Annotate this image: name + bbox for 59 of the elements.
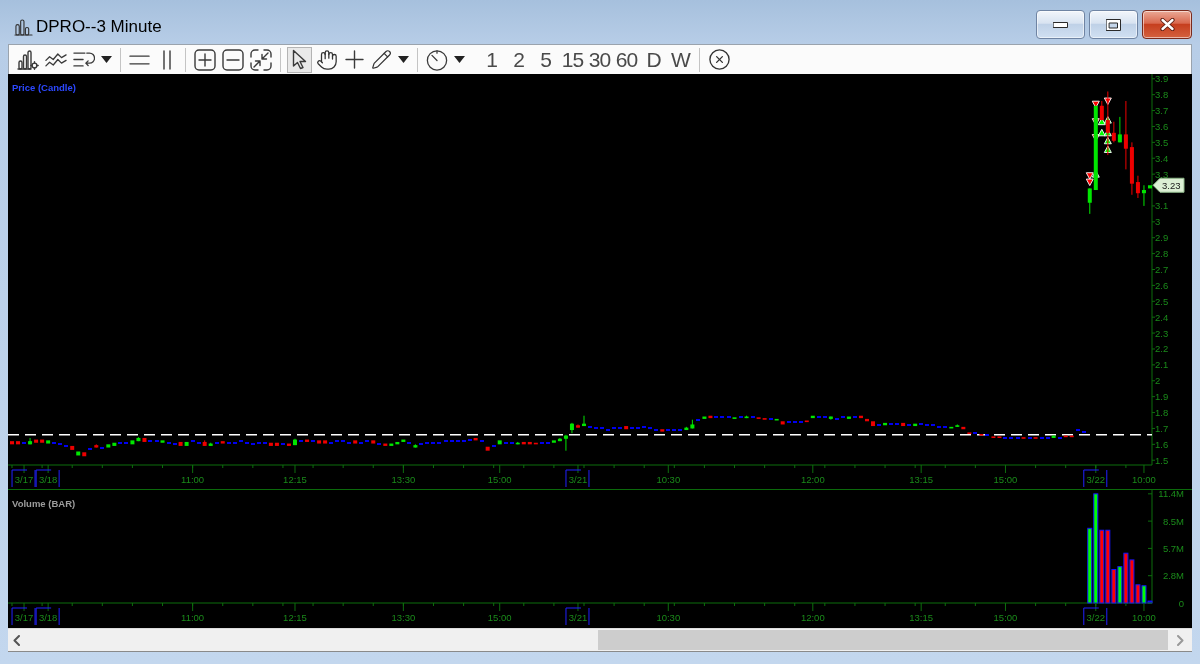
axis-label: 3/22 bbox=[1086, 474, 1106, 485]
axis-label: 2.3 bbox=[1155, 327, 1169, 339]
axis-label: 13:30 bbox=[391, 474, 416, 485]
axis-label: 15:00 bbox=[487, 612, 512, 623]
axis-label: 15:00 bbox=[993, 612, 1018, 623]
window-title: DPRO--3 Minute bbox=[36, 16, 162, 38]
axis-label: 2.2 bbox=[1155, 343, 1169, 355]
axis-label: 1.7 bbox=[1155, 422, 1169, 434]
axis-label: 12:15 bbox=[283, 612, 307, 623]
axis-label: 12:00 bbox=[800, 612, 825, 623]
axis-label: 2.9 bbox=[1155, 232, 1169, 244]
axis-label: 15:00 bbox=[487, 474, 512, 485]
axis-label: 10:30 bbox=[656, 474, 681, 485]
axis-label: 2.8M bbox=[1162, 570, 1184, 582]
axis-label: 2.6 bbox=[1155, 279, 1169, 291]
axis-label: 2.1 bbox=[1155, 359, 1169, 371]
axis-label: 2.7 bbox=[1155, 264, 1169, 275]
axis-label: 13:15 bbox=[909, 612, 934, 623]
axis-label: 3/17 bbox=[14, 612, 34, 623]
chart-title: Volume (BAR) bbox=[12, 498, 76, 509]
axis-label: 8.5M bbox=[1162, 515, 1184, 527]
axis-label: 3/18 bbox=[38, 474, 58, 485]
axis-label: 2.8 bbox=[1155, 248, 1169, 260]
axis-label: 10:00 bbox=[1132, 612, 1156, 623]
axis-label: 3.9 bbox=[1155, 74, 1169, 85]
axis-label: 3.6 bbox=[1155, 120, 1169, 132]
axis-label: 3/22 bbox=[1086, 612, 1106, 623]
axis-label: 2.4 bbox=[1155, 311, 1169, 323]
axis-label: 3/21 bbox=[568, 612, 588, 623]
axis-label: 11.4M bbox=[1158, 490, 1184, 500]
axis-label: 12:00 bbox=[800, 474, 825, 485]
axis-label: 3/17 bbox=[14, 474, 34, 485]
axis-label: 3.8 bbox=[1155, 89, 1169, 101]
axis-label: 1.9 bbox=[1155, 391, 1169, 403]
axis-label: 13:30 bbox=[391, 612, 416, 623]
axis-label: 0 bbox=[1178, 597, 1184, 609]
axis-label: 3 bbox=[1155, 216, 1161, 228]
axis-label: 3.7 bbox=[1155, 105, 1169, 117]
axis-label: 2.5 bbox=[1155, 295, 1169, 307]
axis-label: 3.4 bbox=[1155, 152, 1169, 164]
axis-label: 1.5 bbox=[1155, 454, 1169, 466]
axis-label: 3.5 bbox=[1155, 136, 1169, 148]
axis-label: 15:00 bbox=[993, 474, 1018, 485]
axis-label: 10:00 bbox=[1132, 474, 1156, 485]
axis-label: 11:00 bbox=[181, 612, 205, 623]
axis-label: 11:00 bbox=[181, 474, 205, 485]
axis-label: 1.8 bbox=[1155, 407, 1169, 419]
axis-label: 3.3 bbox=[1155, 168, 1169, 180]
chart-title: Price (Candle) bbox=[12, 82, 76, 93]
axis-label: 10:30 bbox=[656, 612, 681, 623]
axis-label: 3/21 bbox=[568, 474, 588, 485]
last-price-label: 3.23 bbox=[1152, 177, 1185, 193]
axis-label: 13:15 bbox=[909, 474, 934, 485]
axis-label: 12:15 bbox=[283, 474, 307, 485]
axis-label: 3.1 bbox=[1155, 200, 1169, 212]
axis-label: 3/18 bbox=[38, 612, 58, 623]
axis-label: 1.6 bbox=[1155, 438, 1169, 450]
axis-label: 2 bbox=[1155, 375, 1161, 387]
axis-label: 5.7M bbox=[1162, 542, 1184, 554]
